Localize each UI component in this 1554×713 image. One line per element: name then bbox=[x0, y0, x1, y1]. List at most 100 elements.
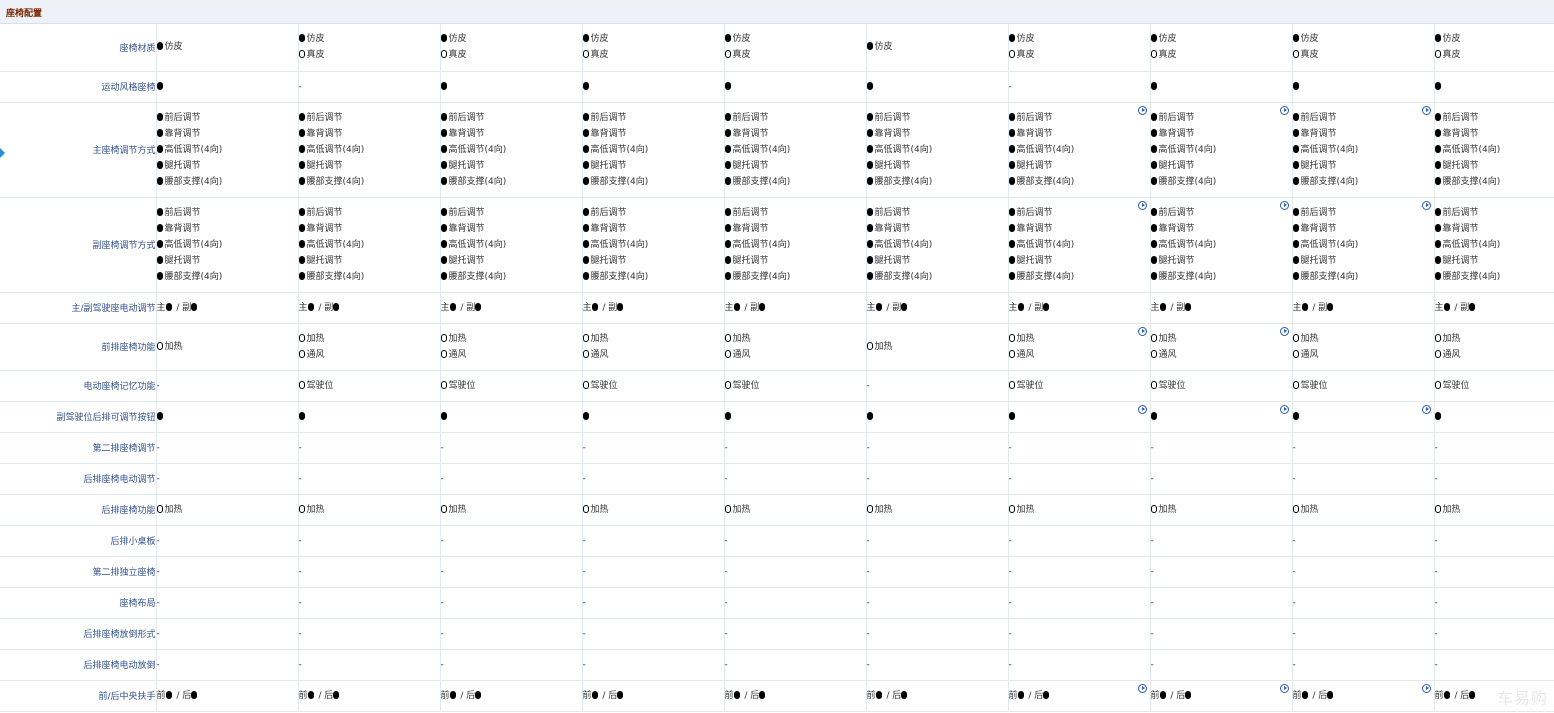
play-circle-icon[interactable] bbox=[1421, 200, 1431, 210]
table-cell: 加热 通风 bbox=[298, 323, 441, 371]
standard-dot-icon bbox=[591, 302, 598, 311]
play-circle-icon[interactable] bbox=[1137, 683, 1147, 693]
table-cell: - bbox=[440, 432, 583, 464]
cell-line: 加热 bbox=[582, 502, 724, 518]
cell-text: 靠背调节 bbox=[306, 128, 343, 139]
cell-prefix: 后 bbox=[1460, 690, 1470, 701]
cell-line: 靠背调节 bbox=[866, 126, 1008, 142]
empty-dash: - bbox=[582, 473, 586, 484]
table-cell: - bbox=[582, 525, 725, 557]
cell-text: 高低调节(4向) bbox=[1158, 239, 1217, 250]
cell-text: 腰部支撑(4向) bbox=[1300, 271, 1359, 282]
empty-dash: - bbox=[156, 380, 160, 391]
optional-ring-icon bbox=[1292, 333, 1299, 342]
standard-dot-icon bbox=[1008, 255, 1015, 264]
table-cell: 加热 bbox=[298, 494, 441, 526]
cell-line: 高低调节(4向) bbox=[1150, 142, 1292, 158]
cell-prefix: 前 bbox=[1008, 690, 1018, 701]
standard-dot-icon bbox=[724, 160, 731, 169]
standard-dot-icon bbox=[440, 160, 447, 169]
play-circle-icon[interactable] bbox=[1279, 326, 1289, 336]
cell-line: - bbox=[1151, 533, 1292, 549]
standard-dot-icon bbox=[440, 128, 447, 137]
table-cell: - bbox=[1434, 432, 1554, 464]
table-cell: 前 / 后 bbox=[1292, 680, 1435, 712]
cell-text: 前后调节 bbox=[1158, 112, 1195, 123]
play-circle-icon[interactable] bbox=[1137, 200, 1147, 210]
cell-line: 驾驶位 bbox=[298, 378, 440, 394]
cell-line: 靠背调节 bbox=[866, 221, 1008, 237]
standard-dot-icon bbox=[298, 207, 305, 216]
standard-dot-icon bbox=[1292, 255, 1299, 264]
cell-line: - bbox=[1009, 79, 1150, 95]
cell-prefix: 前 bbox=[1292, 690, 1302, 701]
table-cell: 前后调节 靠背调节 高低调节(4向) 腿托调节 腰部支撑(4向) bbox=[1008, 197, 1151, 293]
cell-line: - bbox=[1435, 626, 1554, 642]
cell-text: 加热 bbox=[1158, 504, 1177, 515]
cell-text: 腰部支撑(4向) bbox=[874, 271, 933, 282]
play-circle-icon[interactable] bbox=[1421, 683, 1431, 693]
standard-dot-icon bbox=[1159, 690, 1166, 699]
standard-dot-icon bbox=[582, 271, 589, 280]
cell-prefix: 副 bbox=[1460, 302, 1470, 313]
cell-text: 通风 bbox=[1300, 349, 1319, 360]
cell-text: 高低调节(4向) bbox=[732, 239, 791, 250]
table-cell: 加热 bbox=[1292, 494, 1435, 526]
cell-text: 高低调节(4向) bbox=[164, 144, 223, 155]
cell-text: 腰部支撑(4向) bbox=[1442, 176, 1501, 187]
cell-text: 靠背调节 bbox=[164, 128, 201, 139]
cell-line: 腰部支撑(4向) bbox=[156, 174, 298, 190]
cell-text: 加热 bbox=[1016, 333, 1035, 344]
cell-prefix: 副 bbox=[466, 302, 476, 313]
play-circle-icon[interactable] bbox=[1137, 105, 1147, 115]
cell-text: 真皮 bbox=[448, 50, 467, 61]
cell-text: 腿托调节 bbox=[306, 160, 343, 171]
table-cell: - bbox=[440, 556, 583, 588]
cell-line bbox=[1434, 409, 1554, 425]
table-cell: - bbox=[582, 432, 725, 464]
play-circle-icon[interactable] bbox=[1279, 200, 1289, 210]
standard-dot-icon bbox=[866, 112, 873, 121]
play-circle-icon[interactable] bbox=[1137, 404, 1147, 414]
cell-line: 靠背调节 bbox=[724, 126, 866, 142]
cell-line: - bbox=[1435, 595, 1554, 611]
play-circle-icon[interactable] bbox=[1279, 404, 1289, 414]
cell-line: 靠背调节 bbox=[724, 221, 866, 237]
cell-text: 前后调节 bbox=[164, 112, 201, 123]
play-circle-icon[interactable] bbox=[1279, 683, 1289, 693]
play-circle-icon[interactable] bbox=[1137, 326, 1147, 336]
table-cell: - bbox=[866, 463, 1009, 495]
cell-line: 腰部支撑(4向) bbox=[156, 269, 298, 285]
cell-line: 前后调节 bbox=[1434, 205, 1554, 221]
cell-line: 高低调节(4向) bbox=[1434, 142, 1554, 158]
empty-dash: - bbox=[1292, 473, 1296, 484]
empty-dash: - bbox=[582, 628, 586, 639]
cell-line: 腰部支撑(4向) bbox=[866, 174, 1008, 190]
play-circle-icon[interactable] bbox=[1421, 404, 1431, 414]
standard-dot-icon bbox=[1008, 223, 1015, 232]
standard-dot-icon bbox=[307, 302, 314, 311]
cell-prefix: 前 bbox=[1150, 690, 1160, 701]
optional-ring-icon bbox=[1008, 504, 1015, 513]
play-circle-icon[interactable] bbox=[1279, 105, 1289, 115]
empty-dash: - bbox=[298, 628, 302, 639]
cell-text: 高低调节(4向) bbox=[448, 144, 507, 155]
standard-dot-icon bbox=[582, 128, 589, 137]
table-cell: - bbox=[582, 649, 725, 681]
standard-dot-icon bbox=[724, 112, 731, 121]
cell-line: 前后调节 bbox=[582, 110, 724, 126]
cell-line: - bbox=[867, 533, 1008, 549]
cell-line: - bbox=[299, 595, 440, 611]
cell-line: - bbox=[867, 595, 1008, 611]
cell-separator: / bbox=[1025, 690, 1035, 701]
cell-line bbox=[440, 79, 582, 95]
cell-text: 腰部支撑(4向) bbox=[1016, 176, 1075, 187]
play-circle-icon[interactable] bbox=[1421, 105, 1431, 115]
cell-line: - bbox=[299, 564, 440, 580]
cell-line: 高低调节(4向) bbox=[582, 142, 724, 158]
cell-line: - bbox=[725, 564, 866, 580]
table-row: 后排座椅功能 加热 加热 加热 加热 加热 加热 加热 加热 加热 加热 bbox=[0, 494, 1554, 526]
optional-ring-icon bbox=[1434, 333, 1441, 342]
table-cell bbox=[1292, 401, 1435, 433]
table-cell bbox=[866, 71, 1009, 103]
